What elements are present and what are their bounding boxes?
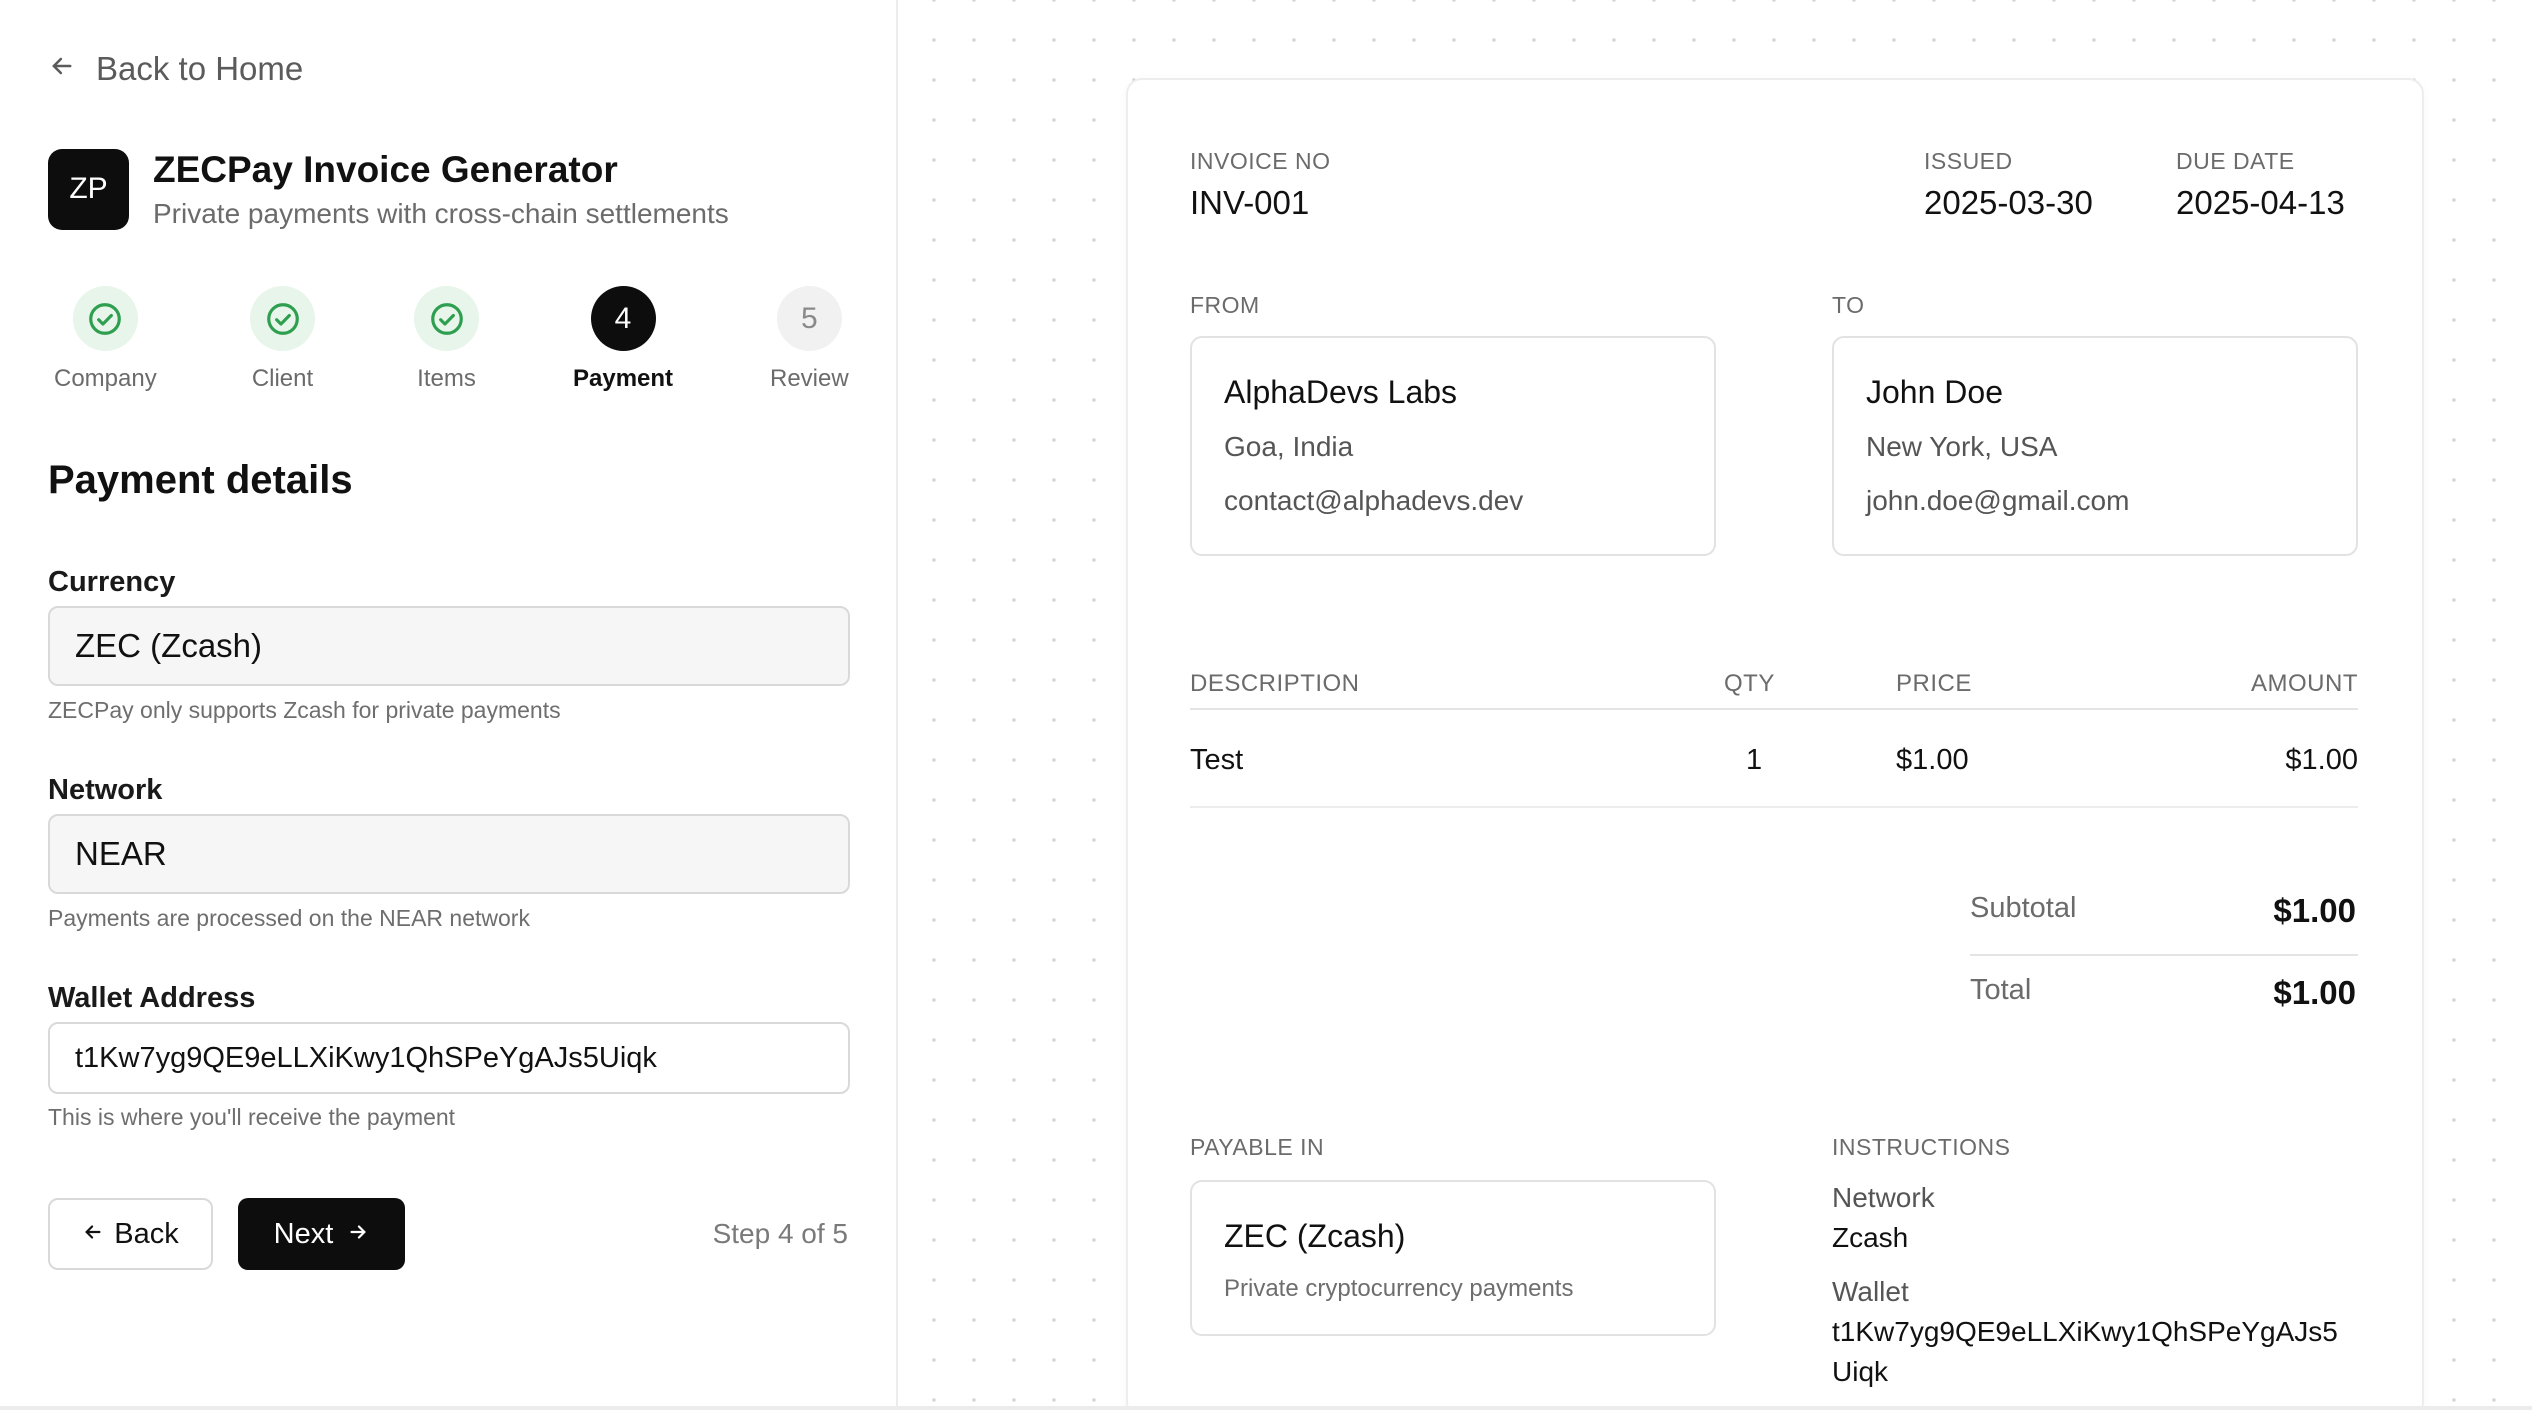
- to-name: John Doe: [1866, 374, 2003, 410]
- step-number: 4: [590, 286, 656, 351]
- payable-in-card: ZEC (Zcash) Private cryptocurrency payme…: [1190, 1180, 1716, 1336]
- issued-label: ISSUED: [1924, 148, 2013, 174]
- issued-date: 2025-03-30: [1924, 184, 2093, 221]
- to-email: john.doe@gmail.com: [1866, 485, 2130, 516]
- app-title: ZECPay Invoice Generator: [153, 149, 618, 190]
- invoice-preview: INVOICE NO INV-001 ISSUED 2025-03-30 DUE…: [1126, 78, 2424, 1410]
- instructions-wallet-label: Wallet: [1832, 1276, 1909, 1307]
- cell-amount: $1.00: [2285, 744, 2358, 776]
- totals-divider: [1970, 954, 2358, 956]
- instructions-label: INSTRUCTIONS: [1832, 1134, 2011, 1160]
- check-circle-icon: [414, 286, 479, 351]
- col-amount: AMOUNT: [2251, 670, 2358, 697]
- step-company[interactable]: Company: [54, 286, 157, 393]
- payable-in-label: PAYABLE IN: [1190, 1134, 1325, 1160]
- items-table-header: DESCRIPTION QTY PRICE AMOUNT: [1190, 670, 2358, 710]
- step-payment[interactable]: 4 Payment: [573, 286, 673, 393]
- col-description: DESCRIPTION: [1190, 670, 1360, 697]
- brand-header: ZP ZECPay Invoice Generator Private paym…: [48, 148, 729, 230]
- step-review[interactable]: 5 Review: [770, 286, 849, 393]
- total-label: Total: [1970, 974, 2032, 1006]
- step-counter: Step 4 of 5: [712, 1218, 848, 1249]
- step-label: Items: [417, 365, 476, 392]
- total-value: $1.00: [2273, 974, 2356, 1011]
- instructions-wallet-line2: Uiqk: [1832, 1356, 1889, 1387]
- from-location: Goa, India: [1224, 431, 1354, 462]
- app-logo: ZP: [48, 148, 129, 230]
- check-circle-icon: [72, 286, 138, 351]
- from-label: FROM: [1190, 292, 1260, 318]
- subtotal-value: $1.00: [2273, 892, 2356, 929]
- payable-description: Private cryptocurrency payments: [1224, 1275, 1574, 1302]
- back-to-home-label: Back to Home: [96, 50, 304, 87]
- back-to-home-link[interactable]: Back to Home: [48, 50, 303, 88]
- invoice-no-label: INVOICE NO: [1190, 148, 1331, 174]
- to-label: TO: [1832, 292, 1865, 318]
- arrow-right-icon: [347, 1218, 369, 1251]
- due-date: 2025-04-13: [2176, 184, 2345, 221]
- step-label: Review: [770, 365, 849, 392]
- instructions-wallet-line1: t1Kw7yg9QE9eLLXiKwy1QhSPeYgAJs5: [1832, 1316, 2338, 1347]
- step-items[interactable]: Items: [414, 286, 479, 393]
- from-email: contact@alphadevs.dev: [1224, 485, 1524, 516]
- arrow-left-icon: [82, 1218, 104, 1251]
- wallet-address-label: Wallet Address: [48, 982, 256, 1014]
- app-subtitle: Private payments with cross-chain settle…: [153, 198, 729, 229]
- payable-currency: ZEC (Zcash): [1224, 1218, 1406, 1254]
- cell-qty: 1: [1746, 744, 1763, 776]
- section-title: Payment details: [48, 458, 353, 502]
- subtotal-label: Subtotal: [1970, 892, 2077, 924]
- next-button[interactable]: Next: [238, 1198, 405, 1270]
- network-help: Payments are processed on the NEAR netwo…: [48, 905, 530, 931]
- wallet-address-help: This is where you'll receive the payment: [48, 1104, 456, 1130]
- network-field[interactable]: NEAR: [48, 814, 850, 894]
- wizard-panel: Back to Home ZP ZECPay Invoice Generator…: [0, 0, 898, 1406]
- instructions-network-label: Network: [1832, 1182, 1935, 1213]
- step-client[interactable]: Client: [250, 286, 315, 393]
- instructions-network-value: Zcash: [1832, 1222, 1909, 1253]
- bottom-border: [0, 1406, 2532, 1410]
- step-label: Payment: [573, 365, 674, 392]
- back-button[interactable]: Back: [48, 1198, 213, 1270]
- col-qty: QTY: [1724, 670, 1775, 697]
- step-label: Company: [54, 365, 157, 392]
- due-date-label: DUE DATE: [2176, 148, 2295, 174]
- currency-label: Currency: [48, 566, 176, 598]
- cell-description: Test: [1190, 744, 1244, 776]
- invoice-number: INV-001: [1190, 184, 1310, 221]
- wallet-address-input[interactable]: t1Kw7yg9QE9eLLXiKwy1QhSPeYgAJs5Uiqk: [48, 1022, 850, 1094]
- step-number: 5: [776, 286, 842, 351]
- progress-stepper: Company Client Items 4 Payment 5 Review: [48, 286, 850, 396]
- step-label: Client: [251, 365, 314, 392]
- currency-help: ZECPay only supports Zcash for private p…: [48, 697, 561, 723]
- check-circle-icon: [250, 286, 315, 351]
- col-price: PRICE: [1896, 670, 1972, 697]
- from-card: AlphaDevs Labs Goa, India contact@alphad…: [1190, 336, 1716, 556]
- next-button-label: Next: [273, 1217, 334, 1250]
- network-label: Network: [48, 774, 163, 806]
- to-card: John Doe New York, USA john.doe@gmail.co…: [1832, 336, 2358, 556]
- arrow-left-icon: [48, 50, 76, 88]
- table-row: Test 1 $1.00 $1.00: [1190, 720, 2358, 808]
- to-location: New York, USA: [1866, 431, 2058, 462]
- back-button-label: Back: [114, 1217, 179, 1250]
- currency-field[interactable]: ZEC (Zcash): [48, 606, 850, 686]
- from-name: AlphaDevs Labs: [1224, 374, 1458, 410]
- cell-price: $1.00: [1896, 744, 1969, 776]
